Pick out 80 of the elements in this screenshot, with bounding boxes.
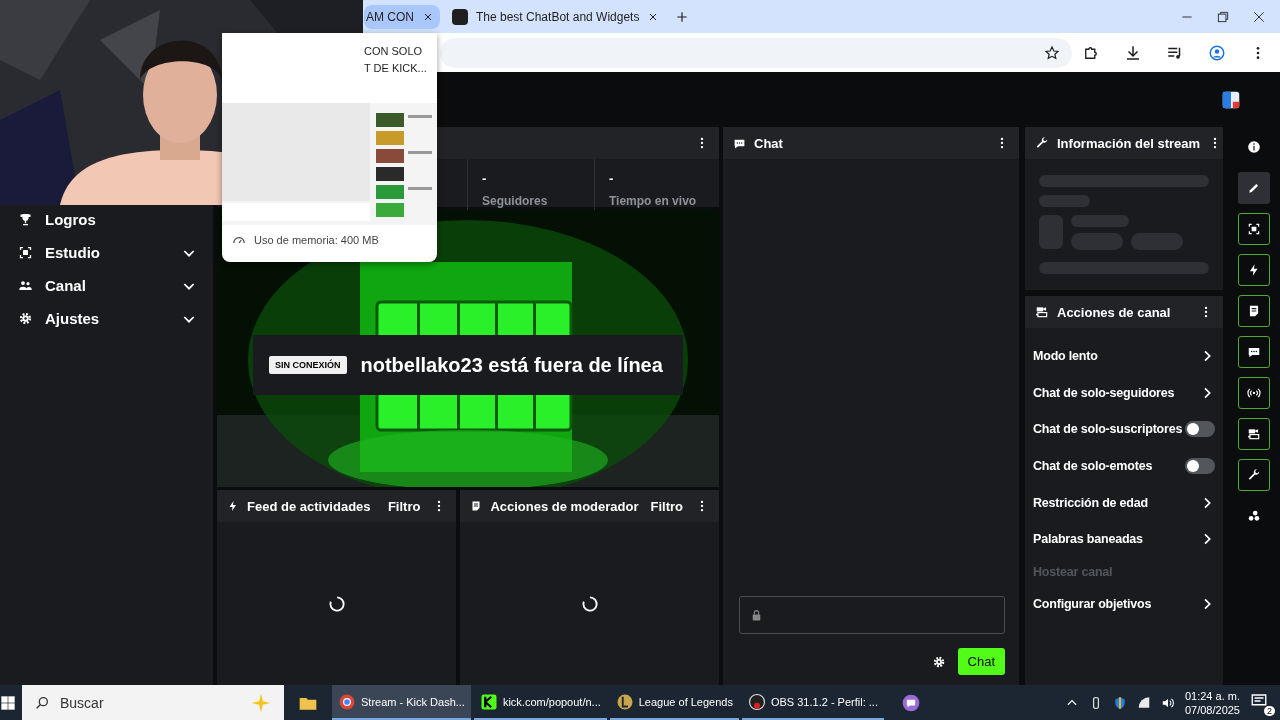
- info-icon: [1246, 140, 1261, 154]
- stat-value: -: [482, 171, 488, 186]
- wrench-icon: [1246, 468, 1261, 482]
- taskbar-search[interactable]: Buscar: [22, 685, 284, 720]
- taskbar-app[interactable]: Stream - Kick Dash...: [332, 685, 471, 720]
- chat-input[interactable]: [739, 596, 1005, 634]
- broadcast-icon: [1246, 386, 1261, 400]
- shield-icon[interactable]: [1112, 695, 1127, 710]
- browser-tab[interactable]: AM CON: [364, 4, 440, 29]
- channel-action[interactable]: Modo lento: [1033, 338, 1215, 375]
- rail-button[interactable]: [1237, 295, 1270, 327]
- new-tab-icon[interactable]: [675, 9, 690, 24]
- rail-button[interactable]: [1237, 254, 1270, 286]
- stat-label: Seguidores: [482, 194, 549, 208]
- notification-count: 2: [1264, 705, 1275, 716]
- chat-app-icon[interactable]: [900, 692, 921, 713]
- toggle-switch[interactable]: [1185, 421, 1215, 438]
- preview-title: CON SOLO T DE KICK...: [364, 44, 427, 76]
- panel-title: Información del stream: [1057, 135, 1201, 151]
- rail-button[interactable]: [1237, 459, 1270, 491]
- dots-cluster-icon: [1246, 509, 1261, 523]
- app-icon: [747, 692, 766, 711]
- people-icon: [18, 278, 33, 293]
- star-icon[interactable]: [1044, 44, 1060, 61]
- rail-button[interactable]: [1237, 213, 1270, 245]
- rail-button[interactable]: [1237, 336, 1270, 368]
- settings-icon[interactable]: [931, 654, 946, 669]
- taskbar-time: 01:24 a. m.: [1184, 689, 1240, 702]
- download-icon[interactable]: [1124, 43, 1142, 62]
- channel-action[interactable]: Palabras baneadas: [1033, 520, 1215, 558]
- search-icon: [34, 694, 50, 711]
- browser-tab[interactable]: The best ChatBot and Widgets: [450, 4, 666, 29]
- notification-button[interactable]: 2: [1250, 691, 1272, 714]
- stat-label: Tiempo en vivo: [609, 194, 698, 208]
- panel-title: Feed de actividades: [247, 498, 372, 514]
- channel-action[interactable]: Configurar objetivos: [1033, 585, 1215, 623]
- camera-icon: [1246, 427, 1261, 441]
- taskbar-app[interactable]: OBS 31.1.2 - Perfil: ...: [741, 685, 884, 720]
- app-icon: [615, 692, 634, 711]
- filter-button[interactable]: Filtro: [646, 498, 687, 514]
- trophy-icon: [18, 212, 33, 227]
- rail-button[interactable]: [1237, 418, 1270, 450]
- lock-icon: [750, 608, 763, 622]
- close-icon[interactable]: [1252, 9, 1266, 24]
- camera-icon: [1035, 305, 1049, 319]
- rail-button[interactable]: [1237, 377, 1270, 409]
- app-icon: [479, 692, 498, 711]
- toggle-label: Chat de solo-suscriptores: [1033, 422, 1184, 437]
- panel-title: Acciones de canal: [1057, 304, 1172, 320]
- restore-icon[interactable]: [1216, 9, 1230, 24]
- screen-icon: [18, 245, 33, 260]
- memory-usage: Uso de memoria: 400 MB: [254, 234, 379, 246]
- offline-message: notbellako23 está fuera de línea: [360, 353, 663, 377]
- sidebar-item[interactable]: Ajustes: [0, 302, 213, 335]
- wrench-icon: [1035, 136, 1049, 150]
- channel-action[interactable]: Chat de solo-seguidores: [1033, 374, 1215, 412]
- taskbar-date: 07/08/2025: [1184, 703, 1240, 716]
- screen-icon: [1246, 222, 1261, 236]
- taskbar-app[interactable]: kick.com/popout/n...: [473, 685, 607, 720]
- sidebar-item[interactable]: Canal: [0, 269, 213, 302]
- panel-title: Chat: [754, 135, 784, 151]
- channel-action[interactable]: Restricción de edad: [1033, 484, 1215, 521]
- status-badge: SIN CONEXIÓN: [269, 356, 347, 374]
- app-icon: [338, 692, 356, 711]
- toggle-switch[interactable]: [1185, 458, 1215, 475]
- windows-start-icon[interactable]: [0, 694, 16, 711]
- note-icon: [470, 500, 483, 512]
- bolt-icon: [227, 500, 239, 512]
- pencil-icon: [1246, 181, 1261, 195]
- toggle-label: Chat de solo-emotes: [1033, 459, 1154, 474]
- gear-icon: [18, 311, 33, 326]
- sidebar-item[interactable]: Logros: [0, 203, 213, 236]
- send-chat-button[interactable]: Chat: [957, 648, 1005, 675]
- filter-button[interactable]: Filtro: [383, 498, 425, 514]
- stat-value: -: [609, 171, 615, 186]
- chat-bubble-icon: [1246, 345, 1261, 359]
- sidebar-item[interactable]: Estudio: [0, 236, 213, 269]
- panel-title: Acciones de moderador: [490, 498, 639, 514]
- taskbar-app[interactable]: League of Legends: [609, 685, 739, 720]
- profile-icon[interactable]: [1208, 43, 1226, 62]
